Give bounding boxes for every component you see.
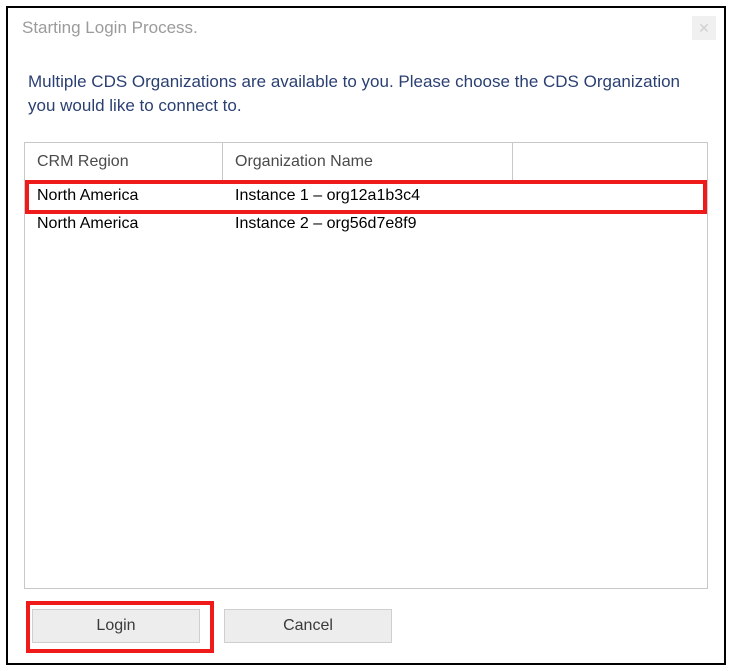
close-button[interactable]: ✕ <box>692 16 716 40</box>
table-row[interactable]: North America Instance 2 – org56d7e8f9 <box>25 210 707 238</box>
button-row: Login Cancel <box>24 589 708 663</box>
cell-region: North America <box>25 210 223 238</box>
close-icon: ✕ <box>698 21 710 35</box>
instructions-text: Multiple CDS Organizations are available… <box>24 70 708 118</box>
cell-org-name: Instance 2 – org56d7e8f9 <box>223 210 707 238</box>
cell-org-name: Instance 1 – org12a1b3c4 <box>223 182 707 210</box>
table-row[interactable]: North America Instance 1 – org12a1b3c4 <box>25 182 707 210</box>
login-window: Starting Login Process. ✕ Multiple CDS O… <box>6 6 726 665</box>
login-button[interactable]: Login <box>32 609 200 643</box>
titlebar: Starting Login Process. ✕ <box>8 8 724 48</box>
organizations-grid: CRM Region Organization Name North Ameri… <box>24 142 708 589</box>
header-org-name[interactable]: Organization Name <box>223 143 513 181</box>
cell-region: North America <box>25 182 223 210</box>
window-title: Starting Login Process. <box>22 18 198 38</box>
header-crm-region[interactable]: CRM Region <box>25 143 223 181</box>
header-blank <box>513 143 707 181</box>
grid-header: CRM Region Organization Name <box>25 143 707 182</box>
dialog-body: Multiple CDS Organizations are available… <box>8 48 724 663</box>
cancel-button[interactable]: Cancel <box>224 609 392 643</box>
grid-body: North America Instance 1 – org12a1b3c4 N… <box>25 182 707 588</box>
